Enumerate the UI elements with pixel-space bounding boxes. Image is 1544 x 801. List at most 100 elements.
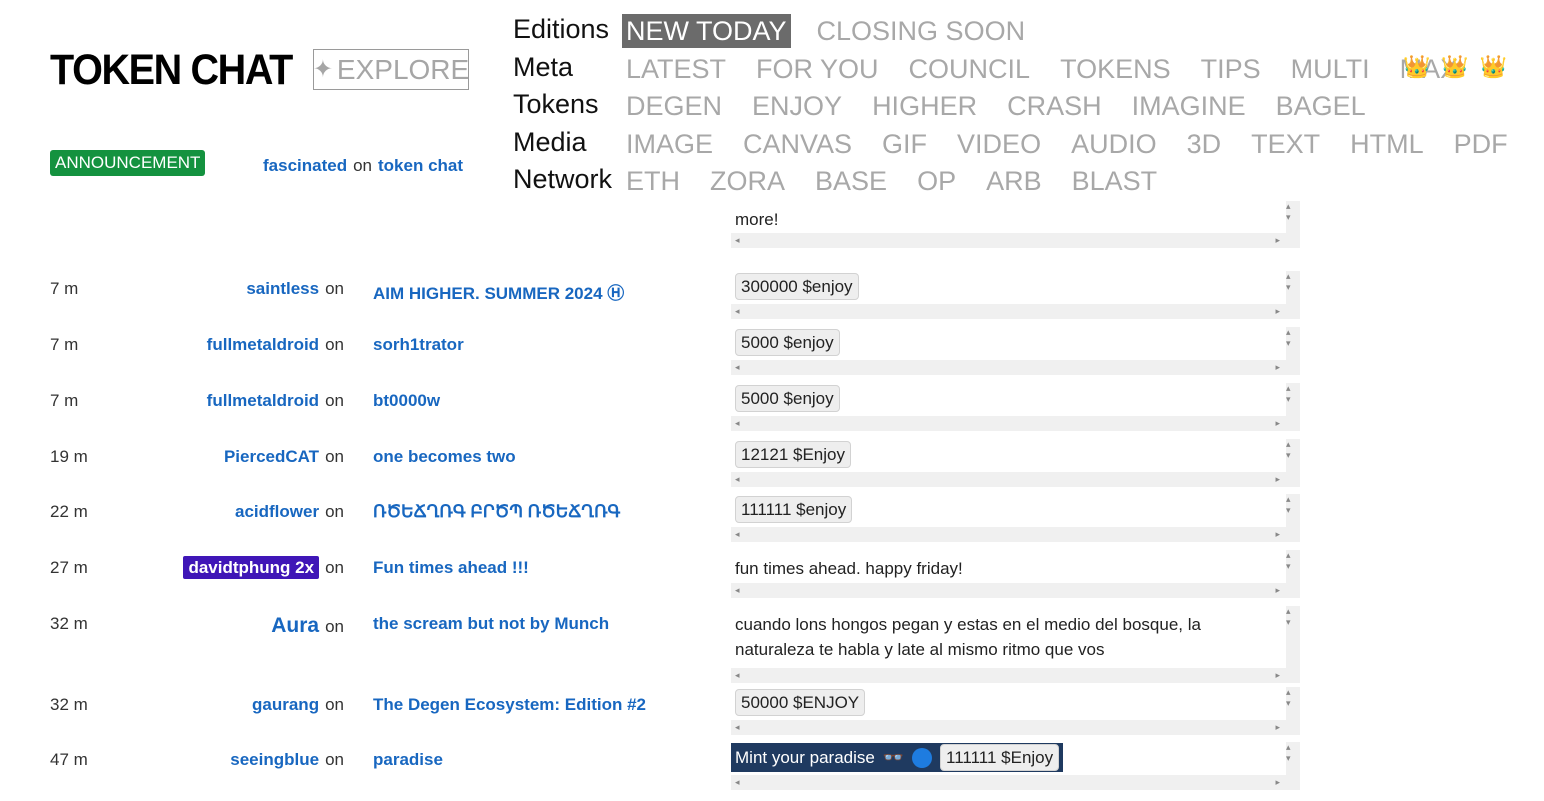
nav-media-item[interactable]: AUDIO xyxy=(1067,127,1161,161)
crown-icon[interactable]: 👑 xyxy=(1403,54,1430,80)
nav-meta-item[interactable]: TIPS xyxy=(1197,52,1265,86)
vertical-scrollbar[interactable]: ▴ ▾ xyxy=(1286,742,1299,764)
user-link[interactable]: seeingblue xyxy=(230,750,319,769)
user-link[interactable]: gaurang xyxy=(252,695,319,714)
nav-network-item[interactable]: BASE xyxy=(811,164,891,198)
user-link[interactable]: fullmetaldroid xyxy=(207,335,319,354)
token-amount-chip: 111111 $enjoy xyxy=(735,496,853,523)
post-title-link[interactable]: paradise xyxy=(373,750,443,770)
nav-meta-item[interactable]: MULTI xyxy=(1287,52,1374,86)
vertical-scrollbar[interactable]: ▴ ▾ xyxy=(1286,201,1299,223)
user-link[interactable]: saintless xyxy=(246,279,319,298)
post-title-link[interactable]: sorh1trator xyxy=(373,335,464,355)
message-content: 50000 $ENJOY xyxy=(731,687,1286,716)
message-box[interactable]: cuando lons hongos pegan y estas en el m… xyxy=(731,606,1300,683)
nav-meta-item[interactable]: LATEST xyxy=(622,52,730,86)
vertical-scrollbar[interactable]: ▴ ▾ xyxy=(1286,494,1299,516)
nav-network-item[interactable]: ARB xyxy=(982,164,1046,198)
nav-tokens-item[interactable]: BAGEL xyxy=(1272,89,1370,123)
message-box[interactable]: 111111 $enjoy ▴ ▾ ◂ ▸ xyxy=(731,494,1300,542)
glasses-icon: 👓 xyxy=(882,748,905,767)
nav-media-item[interactable]: GIF xyxy=(878,127,931,161)
horizontal-scrollbar[interactable]: ◂ ▸ xyxy=(731,472,1286,487)
horizontal-scrollbar[interactable]: ◂ ▸ xyxy=(731,668,1286,683)
vertical-scrollbar[interactable]: ▴ ▾ xyxy=(1286,327,1299,349)
nav-network-item[interactable]: ETH xyxy=(622,164,684,198)
vertical-scrollbar[interactable]: ▴ ▾ xyxy=(1286,383,1299,405)
crown-icon[interactable]: 👑 xyxy=(1441,54,1468,80)
message-box[interactable]: Mint your paradise 👓 111111 $Enjoy ▴ ▾ ◂ ▸ xyxy=(731,742,1300,790)
nav-label-media: Media xyxy=(513,127,587,157)
nav-meta-item[interactable]: FOR YOU xyxy=(752,52,883,86)
message-box[interactable]: 5000 $enjoy ▴ ▾ ◂ ▸ xyxy=(731,383,1300,431)
on-label: on xyxy=(325,279,344,298)
announcement-message-box[interactable]: more! ▴ ▾ ◂ ▸ xyxy=(731,201,1300,248)
nav-media-item[interactable]: 3D xyxy=(1183,127,1226,161)
timestamp: 7 m xyxy=(50,391,79,410)
nav-tokens-item[interactable]: ENJOY xyxy=(748,89,846,123)
feed-user-meta: saintless on xyxy=(246,279,344,299)
feed-user-meta: seeingblue on xyxy=(230,750,344,770)
horizontal-scrollbar[interactable]: ◂ ▸ xyxy=(731,527,1286,542)
nav-label-meta: Meta xyxy=(513,52,574,82)
post-title-link[interactable]: The Degen Ecosystem: Edition #2 xyxy=(373,695,646,715)
announcement-title-link[interactable]: token chat xyxy=(378,156,463,175)
nav-meta-item[interactable]: COUNCIL xyxy=(905,52,1035,86)
horizontal-scrollbar[interactable]: ◂ ▸ xyxy=(731,775,1286,790)
vertical-scrollbar[interactable]: ▴ ▾ xyxy=(1286,606,1299,628)
message-box[interactable]: 300000 $enjoy ▴ ▾ ◂ ▸ xyxy=(731,271,1300,319)
message-content: 5000 $enjoy xyxy=(731,383,1286,412)
nav-tokens-item[interactable]: IMAGINE xyxy=(1128,89,1250,123)
mint-banner[interactable]: Mint your paradise 👓 111111 $Enjoy xyxy=(731,743,1064,772)
post-title-link[interactable]: bt0000w xyxy=(373,391,440,411)
horizontal-scrollbar[interactable]: ◂ ▸ xyxy=(731,416,1286,431)
nav-tokens-item[interactable]: DEGEN xyxy=(622,89,726,123)
message-box[interactable]: 12121 $Enjoy ▴ ▾ ◂ ▸ xyxy=(731,439,1300,487)
nav-media-item[interactable]: IMAGE xyxy=(622,127,717,161)
vertical-scrollbar[interactable]: ▴ ▾ xyxy=(1286,550,1299,572)
horizontal-scrollbar[interactable]: ◂ ▸ xyxy=(731,583,1286,598)
user-link[interactable]: Aura xyxy=(271,614,319,637)
brand-title: TOKEN CHAT xyxy=(50,46,293,94)
nav-network-item[interactable]: BLAST xyxy=(1068,164,1162,198)
announcement-user-link[interactable]: fascinated xyxy=(263,156,347,175)
message-content: 111111 $enjoy xyxy=(731,494,1286,523)
post-title-link[interactable]: AIM HIGHER. SUMMER 2024 Ⓗ xyxy=(373,279,624,304)
post-title-link[interactable]: the scream but not by Munch xyxy=(373,614,609,634)
nav-tokens-item[interactable]: CRASH xyxy=(1003,89,1106,123)
explore-button[interactable]: ✦ EXPLORE xyxy=(313,49,469,90)
crown-icon[interactable]: 👑 xyxy=(1480,54,1507,80)
nav-media-item[interactable]: HTML xyxy=(1346,127,1428,161)
horizontal-scrollbar[interactable]: ◂ ▸ xyxy=(731,233,1286,248)
nav-network-item[interactable]: ZORA xyxy=(706,164,789,198)
nav-media-item[interactable]: PDF xyxy=(1450,127,1512,161)
nav-editions-item[interactable]: NEW TODAY xyxy=(622,14,791,48)
message-text: fun times ahead. happy friday! xyxy=(735,559,963,578)
nav-meta-item[interactable]: TOKENS xyxy=(1056,52,1175,86)
nav-tokens-item[interactable]: HIGHER xyxy=(868,89,981,123)
nav-editions-item[interactable]: CLOSING SOON xyxy=(813,14,1030,48)
user-link[interactable]: PiercedCAT xyxy=(224,447,319,466)
nav-media-item[interactable]: CANVAS xyxy=(739,127,856,161)
horizontal-scrollbar[interactable]: ◂ ▸ xyxy=(731,360,1286,375)
announcement-badge[interactable]: ANNOUNCEMENT xyxy=(50,150,206,176)
user-link[interactable]: davidtphung 2x xyxy=(183,556,320,579)
vertical-scrollbar[interactable]: ▴ ▾ xyxy=(1286,271,1299,293)
nav-network-item[interactable]: OP xyxy=(913,164,960,198)
vertical-scrollbar[interactable]: ▴ ▾ xyxy=(1286,439,1299,461)
message-box[interactable]: 5000 $enjoy ▴ ▾ ◂ ▸ xyxy=(731,327,1300,375)
vertical-scrollbar[interactable]: ▴ ▾ xyxy=(1286,687,1299,709)
post-title-link[interactable]: ՌԾԵՃՂՌԳ ԲՐԾՊ ՌԾԵՃՂՌԳ xyxy=(373,502,620,522)
message-box[interactable]: fun times ahead. happy friday! ▴ ▾ ◂ ▸ xyxy=(731,550,1300,598)
nav-media-item[interactable]: VIDEO xyxy=(953,127,1045,161)
explore-label: EXPLORE xyxy=(336,53,470,85)
horizontal-scrollbar[interactable]: ◂ ▸ xyxy=(731,304,1286,319)
horizontal-scrollbar[interactable]: ◂ ▸ xyxy=(731,720,1286,735)
post-title-link[interactable]: one becomes two xyxy=(373,447,516,467)
message-box[interactable]: 50000 $ENJOY ▴ ▾ ◂ ▸ xyxy=(731,687,1300,735)
nav-media-item[interactable]: TEXT xyxy=(1247,127,1324,161)
post-title-link[interactable]: Fun times ahead !!! xyxy=(373,558,529,578)
user-link[interactable]: fullmetaldroid xyxy=(207,391,319,410)
timestamp: 19 m xyxy=(50,447,88,466)
user-link[interactable]: acidflower xyxy=(235,502,319,521)
